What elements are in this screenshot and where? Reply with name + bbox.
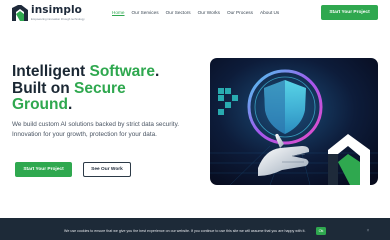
cookie-message: We use cookies to ensure that we give yo… [64, 229, 306, 233]
hero-illustration [210, 58, 378, 185]
close-icon[interactable]: × [365, 228, 371, 234]
nav-item-our-sectors[interactable]: Our Sectors [166, 10, 191, 16]
cookie-ok-button[interactable]: Ok [316, 227, 326, 235]
nav-item-about-us[interactable]: About Us [260, 10, 279, 16]
hero-illustration-graphic [210, 58, 378, 185]
hero-title-part: Built on [12, 79, 74, 97]
brand-tagline: Empowering innovation through technology [31, 17, 85, 21]
insimplo-logo-icon [12, 5, 28, 21]
start-project-header-button[interactable]: Start Your Project [321, 5, 378, 20]
hero-title-highlight: Ground [12, 96, 68, 113]
hero-subtitle: We build custom AI solutions backed by s… [12, 121, 180, 138]
brand-logo[interactable]: insimplo Empowering innovation through t… [12, 5, 85, 21]
hero-title-part: Intelligent [12, 63, 90, 80]
nav-item-our-works[interactable]: Our Works [198, 10, 220, 16]
nav-item-home[interactable]: Home [112, 10, 125, 16]
main-nav: Home Our Services Our Sectors Our Works … [112, 10, 286, 16]
hero-title-part: . [154, 63, 160, 80]
hero-title-highlight: Software [89, 63, 155, 80]
hero-title-part: . [67, 96, 73, 113]
hero-title: Intelligent Software. Built on Secure Gr… [12, 63, 160, 114]
nav-item-our-process[interactable]: Our Process [227, 10, 253, 16]
hero-title-highlight: Secure [74, 79, 126, 97]
nav-item-our-services[interactable]: Our Services [132, 10, 159, 16]
start-project-button[interactable]: Start Your Project [15, 162, 72, 177]
site-header: insimplo Empowering innovation through t… [0, 0, 390, 26]
see-our-work-button[interactable]: See Our Work [83, 162, 131, 177]
brand-name: insimplo [31, 4, 82, 16]
